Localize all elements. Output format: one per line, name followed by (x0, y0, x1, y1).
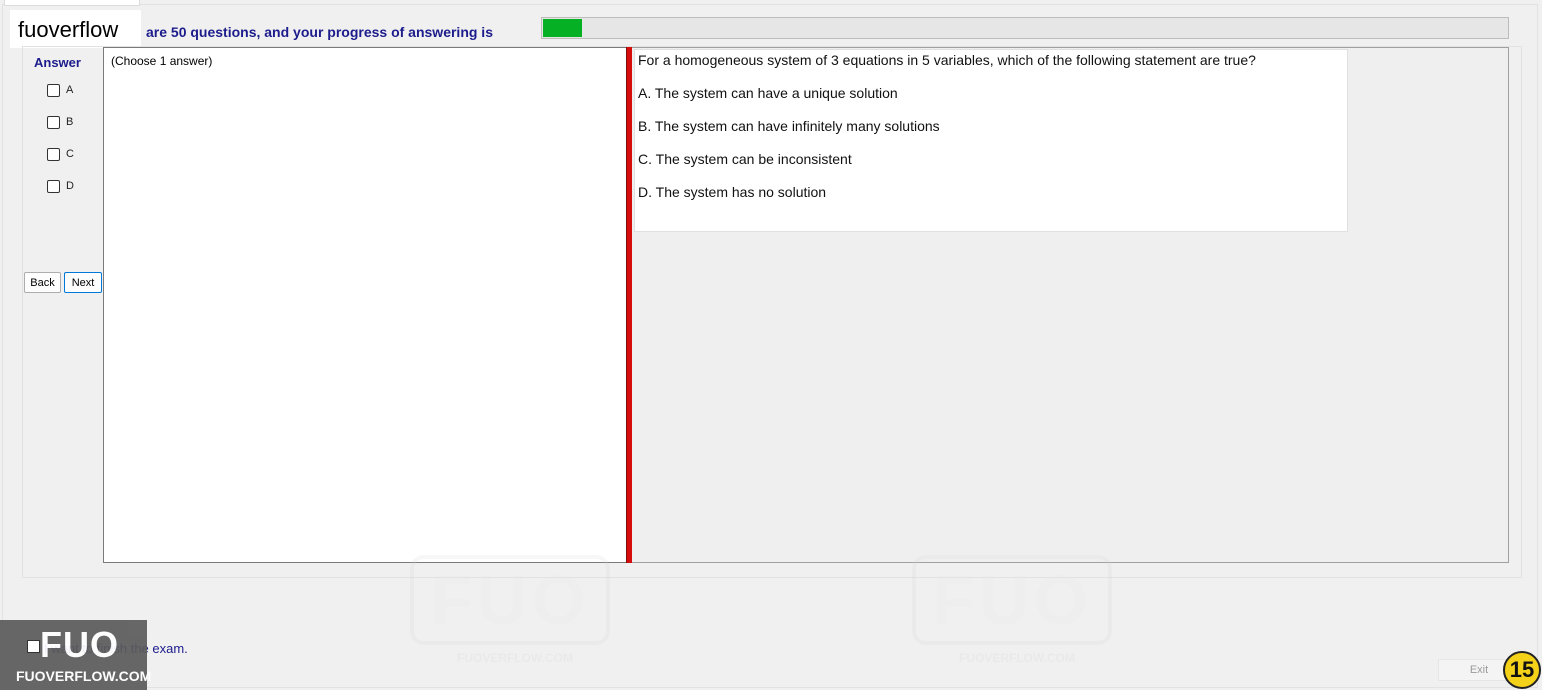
page-number-badge: 15 (1503, 651, 1541, 689)
option-d[interactable]: D (47, 179, 74, 193)
finish-exam-checkbox[interactable] (27, 640, 40, 653)
choice-c: C. The system can be inconsistent (638, 151, 852, 167)
progress-fill (543, 19, 582, 37)
back-button[interactable]: Back (24, 272, 61, 293)
watermark: FUO FUOVERFLOW.COM (912, 555, 1122, 665)
fuoverflow-logo: FUO FUOVERFLOW.COM (0, 620, 151, 690)
logo-subtext: FUOVERFLOW.COM (16, 668, 152, 684)
answer-area (103, 47, 627, 563)
option-b-label: B (66, 116, 74, 128)
option-a-checkbox[interactable] (47, 83, 60, 97)
choice-b: B. The system can have infinitely many s… (638, 118, 940, 134)
watermark-text: FUOVERFLOW.COM (457, 651, 573, 665)
watermark: FUO FUOVERFLOW.COM (410, 555, 620, 665)
choice-a: A. The system can have a unique solution (638, 85, 898, 101)
choice-d: D. The system has no solution (638, 184, 827, 200)
watermark-logo: FUO (410, 555, 610, 645)
next-button[interactable]: Next (64, 272, 102, 293)
watermark-logo: FUO (912, 555, 1112, 645)
watermark-text: FUOVERFLOW.COM (959, 651, 1075, 665)
question-box (634, 49, 1348, 232)
question-text: For a homogeneous system of 3 equations … (638, 52, 1256, 68)
option-a-label: A (66, 84, 74, 96)
option-c-checkbox[interactable] (47, 147, 60, 161)
progress-bar (541, 17, 1509, 39)
answer-title: Answer (34, 55, 81, 70)
option-a[interactable]: A (47, 83, 73, 97)
option-c[interactable]: C (47, 147, 74, 161)
option-d-checkbox[interactable] (47, 179, 60, 193)
site-label: fuoverflow (10, 10, 141, 48)
option-b[interactable]: B (47, 115, 73, 129)
option-b-checkbox[interactable] (47, 115, 60, 129)
logo-text: FUO (40, 624, 119, 665)
option-c-label: C (66, 148, 74, 160)
progress-label: are 50 questions, and your progress of a… (146, 24, 493, 40)
option-d-label: D (66, 180, 74, 192)
top-tab (4, 0, 140, 6)
instruction-text: (Choose 1 answer) (111, 54, 213, 68)
